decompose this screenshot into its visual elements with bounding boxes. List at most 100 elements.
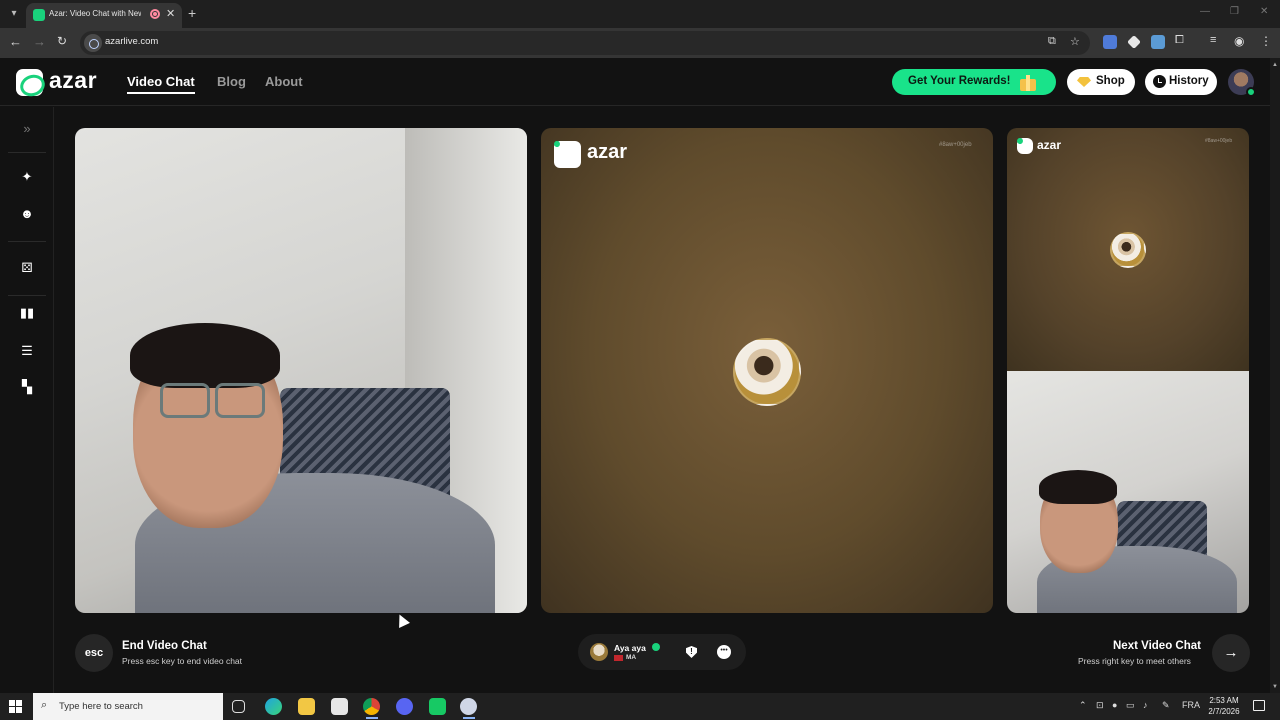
watermark: #8aw+00jeb xyxy=(939,142,972,148)
menu-kebab-icon[interactable]: ⋮ xyxy=(1260,34,1272,48)
new-tab-icon[interactable]: + xyxy=(188,5,196,21)
end-chat-button[interactable]: esc xyxy=(75,634,113,672)
history-label: History xyxy=(1169,75,1209,87)
profile-icon[interactable]: ◉ xyxy=(1234,34,1244,48)
minimize-icon[interactable]: — xyxy=(1200,6,1210,17)
reload-icon[interactable]: ↻ xyxy=(57,34,67,48)
reading-list-icon[interactable]: ≡ xyxy=(1210,34,1216,46)
magic-wand-icon[interactable]: ✦ xyxy=(17,167,37,187)
gender-filter-icon[interactable]: ⚄ xyxy=(17,258,37,278)
site-info-icon[interactable] xyxy=(84,34,102,52)
microphone-icon[interactable]: ● xyxy=(1112,700,1117,710)
tab-search-icon[interactable]: ▾ xyxy=(5,5,23,23)
store-icon[interactable] xyxy=(331,698,348,715)
page-scrollbar[interactable] xyxy=(1270,58,1280,693)
browser-tab-bar: ▾ Azar: Video Chat with New ✕ + — ❐ ✕ xyxy=(0,0,1280,28)
left-toolbar: » ✦ ☻ ⚄ ▮▮ ☰ ▚ xyxy=(0,107,54,693)
windows-taskbar: ⌕ Type here to search ⌃ ⊡ ● ▭ ♪ ✎ FRA 2:… xyxy=(0,693,1280,720)
shop-label: Shop xyxy=(1096,75,1125,87)
report-shield-icon[interactable]: ! xyxy=(686,646,697,658)
tab-title: Azar: Video Chat with New xyxy=(49,9,141,18)
app-icon-active[interactable] xyxy=(460,698,477,715)
layout-grid-icon[interactable]: ▚ xyxy=(17,377,37,397)
preview-self-panel xyxy=(1007,371,1249,613)
address-bar[interactable]: azarlive.com ⧉ ☆ xyxy=(80,31,1090,55)
back-icon[interactable]: ← xyxy=(9,34,22,49)
get-rewards-button[interactable]: Get Your Rewards! xyxy=(892,69,1056,95)
next-chat-arrow-icon[interactable]: → xyxy=(1212,634,1250,672)
browser-toolbar: ← → ↻ azarlive.com ⧉ ☆ ⧠ ≡ ◉ ⋮ xyxy=(0,28,1280,58)
scroll-up-icon[interactable]: ▲ xyxy=(1272,62,1278,68)
gift-icon xyxy=(1018,72,1038,92)
extensions-puzzle-icon[interactable]: ⧠ xyxy=(1175,34,1184,47)
logo-text[interactable]: azar xyxy=(49,67,97,94)
azar-logo-icon xyxy=(1017,138,1033,154)
divider xyxy=(8,295,46,296)
discord-icon[interactable] xyxy=(396,698,413,715)
pen-icon[interactable]: ✎ xyxy=(1162,700,1170,711)
close-window-icon[interactable]: ✕ xyxy=(1260,6,1268,17)
mouse-cursor-icon xyxy=(394,612,410,628)
peer-avatar-mini[interactable] xyxy=(590,643,608,661)
volume-icon[interactable]: ♪ xyxy=(1143,700,1148,710)
translate-extension-icon[interactable] xyxy=(1103,35,1117,49)
person-hair-image xyxy=(1039,470,1117,504)
taskbar-search-box[interactable]: ⌕ Type here to search xyxy=(33,693,223,720)
photo-extension-icon[interactable] xyxy=(1151,35,1165,49)
site-header: azar Video Chat Blog About Get Your Rewa… xyxy=(0,58,1270,106)
tile-logo-text: azar xyxy=(587,141,628,163)
glasses-image xyxy=(215,383,265,418)
maximize-icon[interactable]: ❐ xyxy=(1230,6,1239,17)
preview-peer-panel: azar #8aw+00jeb xyxy=(1007,128,1249,371)
peer-name: Aya aya xyxy=(614,643,646,653)
peer-avatar-small xyxy=(1110,232,1146,268)
browser-tab[interactable]: Azar: Video Chat with New ✕ xyxy=(26,3,182,28)
taskbar-clock[interactable]: 2:53 AM 2/7/2026 xyxy=(1200,695,1248,717)
battery-icon[interactable]: ▭ xyxy=(1126,700,1135,711)
recording-icon xyxy=(150,9,160,19)
tray-network-icon[interactable]: ⊡ xyxy=(1096,700,1104,711)
search-placeholder: Type here to search xyxy=(59,701,143,712)
history-button[interactable]: History xyxy=(1145,69,1217,95)
shop-button[interactable]: Shop xyxy=(1067,69,1135,95)
nav-video-chat[interactable]: Video Chat xyxy=(127,74,195,94)
clock-time: 2:53 AM xyxy=(1209,696,1239,705)
layout-stack-icon[interactable]: ☰ xyxy=(17,341,37,361)
azar-logo-icon xyxy=(554,141,581,168)
layout-split-icon[interactable]: ▮▮ xyxy=(17,303,37,323)
close-tab-icon[interactable]: ✕ xyxy=(166,7,175,20)
notification-icon[interactable] xyxy=(1253,700,1265,711)
input-language[interactable]: FRA xyxy=(1182,700,1200,710)
preview-tile: azar #8aw+00jeb xyxy=(1007,128,1249,613)
nav-about[interactable]: About xyxy=(265,74,303,89)
tile-logo-text: azar xyxy=(1037,138,1062,152)
app-icon[interactable] xyxy=(429,698,446,715)
watermark: #8aw+00jeb xyxy=(1205,138,1233,144)
end-chat-hint: Press esc key to end video chat xyxy=(122,656,243,666)
verified-badge-icon xyxy=(652,643,660,651)
edge-icon[interactable] xyxy=(265,698,282,715)
search-icon: ⌕ xyxy=(41,699,48,711)
extension-icon[interactable] xyxy=(1127,35,1141,49)
country-flag-icon xyxy=(614,655,623,661)
windows-start-icon[interactable] xyxy=(9,700,22,713)
url-text: azarlive.com xyxy=(105,36,159,47)
face-filter-icon[interactable]: ☻ xyxy=(17,204,37,224)
chat-bubble-icon[interactable]: ••• xyxy=(717,645,731,659)
forward-icon[interactable]: → xyxy=(33,34,46,49)
file-explorer-icon[interactable] xyxy=(298,698,315,715)
scroll-down-icon[interactable]: ▼ xyxy=(1272,684,1278,690)
tray-chevron-icon[interactable]: ⌃ xyxy=(1079,700,1087,711)
peer-avatar xyxy=(733,338,801,406)
end-chat-title: End Video Chat xyxy=(122,640,207,652)
gem-icon xyxy=(1077,77,1091,87)
expand-icon[interactable]: » xyxy=(17,119,37,139)
clock-icon xyxy=(1153,75,1166,88)
chrome-icon[interactable] xyxy=(363,698,380,715)
install-app-icon[interactable]: ⧉ xyxy=(1048,35,1056,48)
nav-blog[interactable]: Blog xyxy=(217,74,246,89)
azar-logo-icon[interactable] xyxy=(16,69,43,96)
divider xyxy=(8,241,46,242)
task-view-icon[interactable] xyxy=(232,700,245,713)
bookmark-star-icon[interactable]: ☆ xyxy=(1070,35,1080,48)
